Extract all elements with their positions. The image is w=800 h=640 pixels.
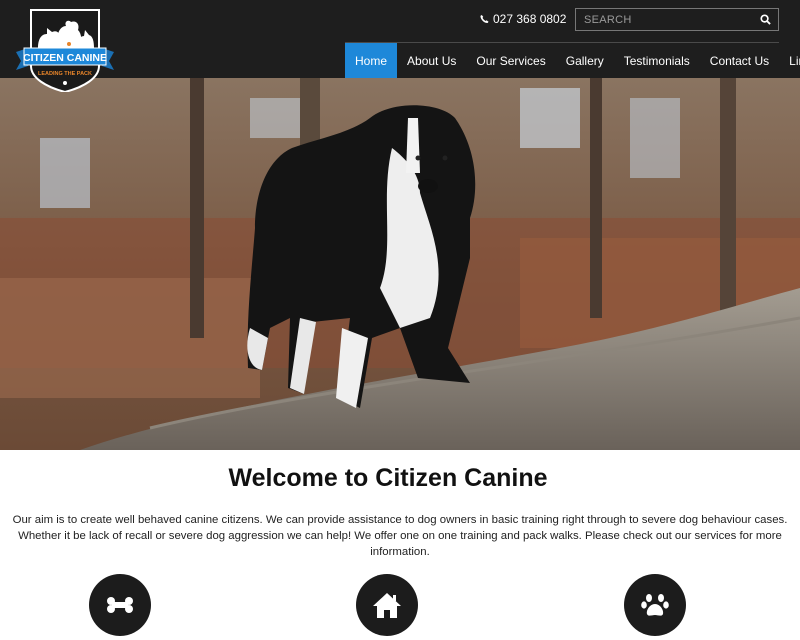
search-icon [759,14,771,25]
page-title: Welcome to Citizen Canine [228,464,548,492]
nav-item-our-services[interactable]: Our Services [466,43,555,78]
bone-icon [107,597,133,613]
search-input[interactable] [576,9,752,30]
service-walks-icon-circle[interactable] [624,574,686,636]
logo-tagline: LEADING THE PACK [38,71,92,77]
nav-item-links[interactable]: Links [779,43,800,78]
logo-text: CITIZEN CANINE [23,52,107,64]
site-header: 027 368 0802 Home About Us Our Services … [0,0,800,78]
phone-contact[interactable]: 027 368 0802 [480,12,566,26]
phone-number: 027 368 0802 [493,12,567,26]
nav-item-contact-us[interactable]: Contact Us [700,43,779,78]
service-training-icon-circle[interactable] [89,574,151,636]
hero-image [0,78,800,450]
nav-item-about-us[interactable]: About Us [397,43,466,78]
search-button[interactable] [752,9,778,30]
main-nav: Home About Us Our Services Gallery Testi… [345,43,800,78]
phone-icon [480,14,489,24]
intro-text: Our aim is to create well behaved canine… [12,514,788,558]
nav-item-gallery[interactable]: Gallery [556,43,614,78]
search-box [575,8,779,31]
nav-item-testimonials[interactable]: Testimonials [614,43,700,78]
service-home-icon-circle[interactable] [356,574,418,636]
site-logo[interactable]: CITIZEN CANINE LEADING THE PACK [14,8,116,94]
home-icon [373,593,401,618]
nav-item-home[interactable]: Home [345,43,398,78]
paw-icon [641,594,669,616]
